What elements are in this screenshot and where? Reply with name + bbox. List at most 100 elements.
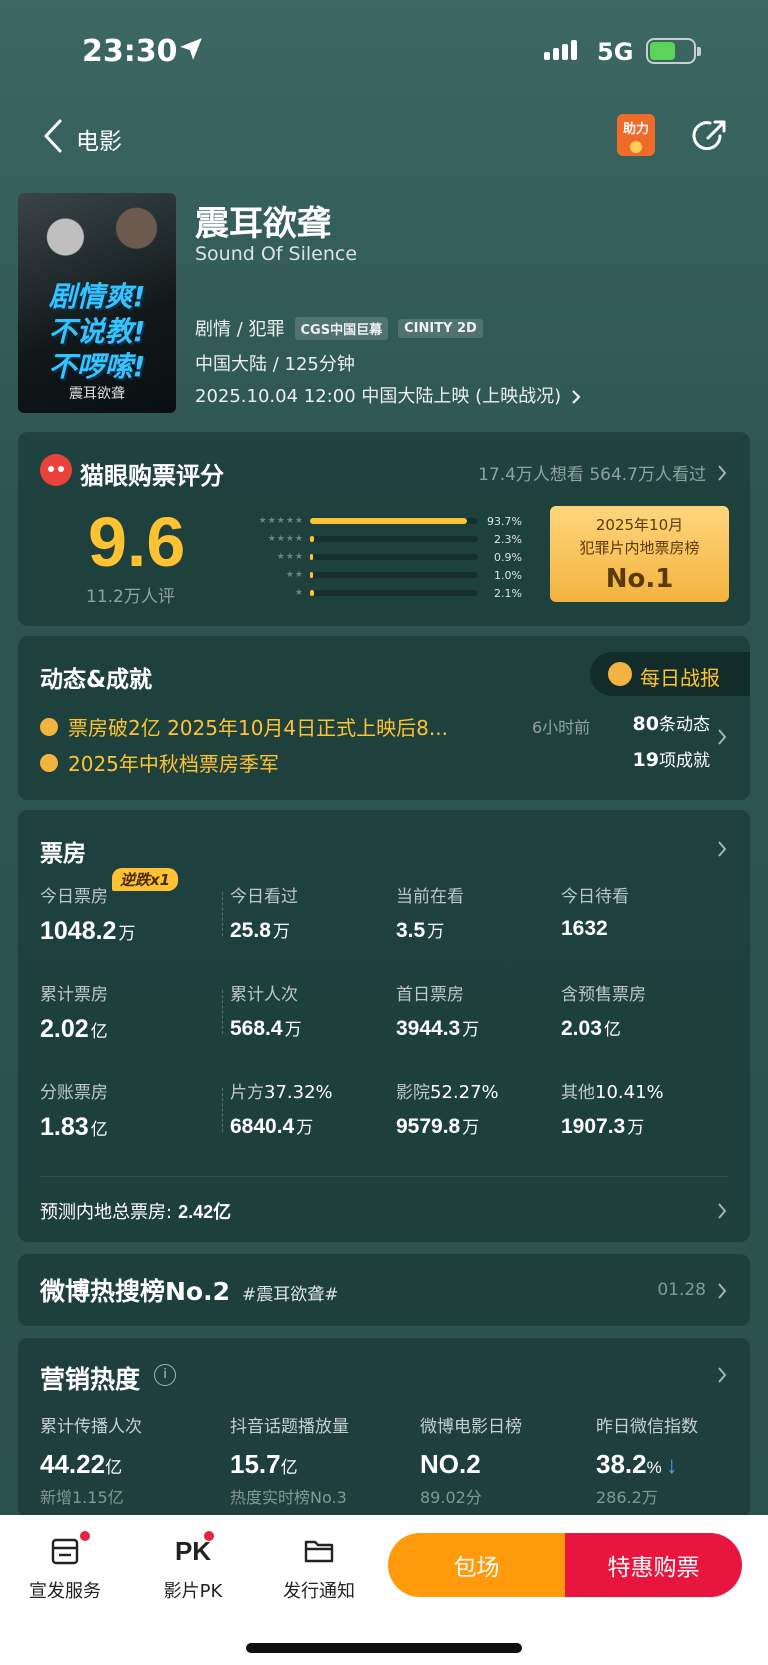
daily-report-button[interactable]: 每日战报 [590, 652, 750, 696]
achievement-item[interactable]: 2025年中秋档票房季军 [40, 748, 279, 777]
chevron-right-icon [718, 729, 727, 745]
status-time: 23:30 [82, 34, 178, 69]
battery-icon [646, 38, 701, 64]
release-notice-button[interactable]: 发行通知 [264, 1529, 374, 1603]
back-label[interactable]: 电影 [76, 122, 122, 156]
news-time: 6小时前 [532, 718, 591, 737]
rating-bar-track [310, 590, 478, 596]
marketing-title: 营销热度 [40, 1365, 141, 1394]
help-boost-button[interactable]: 助力 [617, 114, 655, 156]
promo-service-button[interactable]: 宣发服务 [10, 1529, 120, 1603]
star-level: ★★★ [276, 552, 304, 562]
rating-distribution: ★★★★★ 93.7% ★★★★ 2.3% ★★★ 0.9% ★★ 1.0% ★ 2.1% [248, 512, 552, 602]
chevron-right-icon [718, 1283, 727, 1299]
star-level: ★★ [285, 570, 304, 580]
rating-bar-row: ★★ 1.0% [248, 566, 552, 584]
rating-bar-fill [310, 518, 468, 524]
marketing-card[interactable]: 营销热度 i 累计传播人次 44.22亿 新增1.15亿 抖音话题播放量 15.… [18, 1338, 750, 1518]
star-level: ★ [294, 588, 304, 598]
network-label: 5G [597, 38, 634, 66]
rating-card[interactable]: 猫眼购票评分 17.4万人想看 564.7万人看过 9.6 11.2万人评 ★★… [18, 432, 750, 626]
medal-icon [608, 662, 632, 686]
home-indicator[interactable] [246, 1643, 522, 1653]
poster-slogan: 剧情爽! 不说教! 不啰嗦! [48, 280, 146, 383]
rating-title: 猫眼购票评分 [80, 462, 224, 490]
box-office-title: 票房 [40, 841, 86, 867]
achievement-count: 19项成就 [632, 749, 710, 771]
rating-bar-row: ★ 2.1% [248, 584, 552, 602]
rating-bar-row: ★★★ 0.9% [248, 548, 552, 566]
movie-title: 震耳欲聋 [195, 204, 331, 244]
rating-count: 11.2万人评 [86, 587, 175, 607]
stat-weibo-daily-rank: 微博电影日榜 NO.2 89.02分 [420, 1417, 522, 1507]
dynamics-card[interactable]: 动态&成就 每日战报 票房破2亿 2025年10月4日正式上映后8... 6小时… [18, 636, 750, 800]
chevron-right-icon [718, 841, 727, 857]
buy-ticket-button[interactable]: 特惠购票 [565, 1533, 742, 1597]
signal-icon [544, 40, 577, 60]
stat-cinema-share: 影院52.27% 9579.8 万 [396, 1082, 499, 1138]
nav-bar: 电影 助力 [0, 108, 768, 164]
bell-icon [40, 717, 58, 736]
movie-english-title: Sound Of Silence [195, 243, 358, 265]
divider [40, 1176, 728, 1177]
poster-title: 震耳欲聋 [69, 386, 125, 402]
movie-region-duration: 中国大陆 / 125分钟 [195, 354, 355, 375]
divider [222, 892, 223, 936]
bottom-action-bar: 宣发服务 PK 影片PK 发行通知 包场 特惠购票 [0, 1515, 768, 1665]
rating-percentage: 0.9% [494, 550, 522, 564]
notification-dot [204, 1531, 214, 1541]
stat-douyin-plays: 抖音话题播放量 15.7亿 热度实时榜No.3 [230, 1417, 349, 1507]
stat-today-pending: 今日待看 1632 [561, 887, 629, 940]
movie-pk-button[interactable]: PK 影片PK [138, 1529, 248, 1603]
star-level: ★★★★★ [258, 516, 304, 526]
rating-percentage: 1.0% [494, 568, 522, 582]
location-arrow-icon [180, 38, 202, 60]
arrow-down-icon: ↓ [665, 1452, 678, 1479]
stat-split-box-office: 分账票房 1.83 亿 [40, 1083, 108, 1141]
stat-total-viewers: 累计人次 568.4 万 [230, 985, 302, 1040]
rating-percentage: 2.1% [494, 586, 522, 600]
rating-bar-fill [310, 572, 313, 578]
folder-icon [304, 1540, 334, 1563]
format-tag: CINITY 2D [398, 318, 483, 338]
share-icon[interactable] [690, 116, 730, 156]
box-office-card[interactable]: 票房 逆跌x1 今日票房 1048.2 万 今日看过 25.8 万 当前在看 3.5… [18, 810, 750, 1242]
rank-badge[interactable]: 2025年10月 犯罪片内地票房榜 No.1 [550, 506, 729, 602]
maoyan-logo-icon [40, 454, 72, 486]
info-icon[interactable]: i [154, 1364, 176, 1386]
rating-bar-fill [310, 554, 313, 560]
status-bar: 23:30 5G [0, 0, 768, 100]
poster-image [18, 193, 176, 281]
rating-bar-track [310, 554, 478, 560]
movie-release-link[interactable]: 2025.10.04 12:00 中国大陆上映 (上映战况) [195, 382, 581, 408]
weibo-hashtag: #震耳欲聋# [242, 1285, 339, 1305]
stat-with-presale: 含预售票房 2.03 亿 [561, 985, 646, 1040]
chevron-right-icon [718, 1367, 727, 1383]
rating-bar-fill [310, 590, 314, 596]
help-label: 助力 [622, 122, 649, 137]
chevron-right-icon [718, 1203, 727, 1219]
rating-score: 9.6 [88, 503, 186, 581]
medal-icon [40, 753, 58, 772]
weibo-hot-card[interactable]: 微博热搜榜No.2 #震耳欲聋# 01.28 [18, 1254, 750, 1326]
divider [222, 990, 223, 1034]
rating-stats: 17.4万人想看 564.7万人看过 [478, 465, 706, 485]
movie-poster[interactable]: 剧情爽! 不说教! 不啰嗦! 震耳欲聋 [18, 193, 176, 413]
back-chevron-icon[interactable] [40, 118, 68, 154]
movie-genre: 剧情 / 犯罪 [195, 319, 285, 340]
book-theater-button[interactable]: 包场 [388, 1533, 565, 1597]
stat-now-watching: 当前在看 3.5 万 [396, 887, 464, 942]
rating-percentage: 2.3% [494, 532, 522, 546]
predicted-total-box-office[interactable]: 预测内地总票房: 2.42亿 [40, 1198, 231, 1224]
rating-bar-fill [310, 536, 314, 542]
notification-dot [80, 1531, 90, 1541]
stat-producer-share: 片方37.32% 6840.4 万 [230, 1082, 333, 1138]
news-item[interactable]: 票房破2亿 2025年10月4日正式上映后8... [40, 712, 448, 741]
calendar-icon [51, 1538, 79, 1565]
stat-first-day: 首日票房 3944.3 万 [396, 985, 480, 1040]
stat-today-box-office: 今日票房 1048.2 万 [40, 887, 136, 945]
rating-bar-row: ★★★★★ 93.7% [248, 512, 552, 530]
stat-total-reach: 累计传播人次 44.22亿 新增1.15亿 [40, 1417, 142, 1507]
stat-today-viewed: 今日看过 25.8 万 [230, 887, 298, 942]
dynamics-count: 80条动态 [632, 713, 710, 735]
